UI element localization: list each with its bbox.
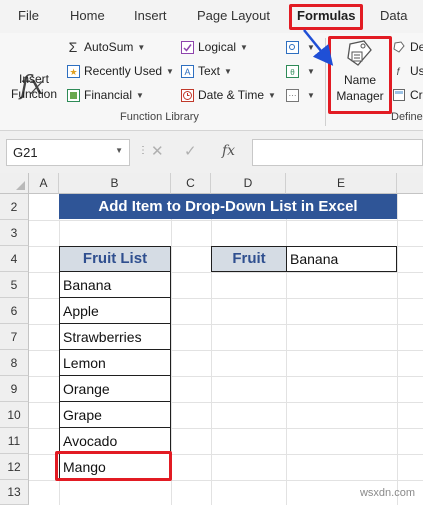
svg-text:★: ★ [69,67,77,77]
logical-book-icon [180,40,194,54]
lookup-icon [285,40,299,54]
financial-book-icon [66,88,80,102]
fruit-list-header[interactable]: Fruit List [59,246,171,272]
column-header-e[interactable]: E [286,173,397,194]
row-header-13[interactable]: 13 [0,480,29,505]
date-time-button[interactable]: Date & Time ▼ [180,86,276,104]
row-header-3[interactable]: 3 [0,220,29,246]
clock-icon [180,88,194,102]
row-header-2[interactable]: 2 [0,194,29,220]
column-header-c[interactable]: C [171,173,211,194]
tab-file[interactable]: File [18,8,39,23]
text-label: Text [198,64,221,78]
use-in-formula-label: Use [410,64,423,78]
fruit-cell-new-item[interactable]: Mango [59,453,171,480]
financial-button[interactable]: Financial ▼ [66,86,144,104]
lookup-reference-button[interactable]: ▼ [285,38,315,56]
define-name-label: Def [410,40,423,54]
more-functions-icon: ··· [285,88,299,102]
column-header-f-partial[interactable] [397,173,423,194]
define-name-icon [392,40,406,54]
name-box-value: G21 [13,145,38,160]
formula-bar: G21 ▼ ⋮ ✕ ✓ fx [0,131,423,176]
create-from-selection-button[interactable]: Cre [392,86,423,104]
text-button[interactable]: A Text ▼ [180,62,232,80]
math-trig-icon: θ [285,64,299,78]
fruit-cell[interactable]: Lemon [59,349,171,376]
fruit-cell[interactable]: Apple [59,297,171,324]
select-all-corner[interactable] [0,173,29,194]
gridline [29,480,423,481]
autosum-label: AutoSum [84,40,134,54]
logical-button[interactable]: Logical ▼ [180,38,248,56]
math-trig-button[interactable]: θ ▼ [285,62,315,80]
ribbon-group-separator [325,38,326,126]
svg-text:θ: θ [290,68,295,77]
row-header-4[interactable]: 4 [0,246,29,272]
fruit-cell[interactable]: Grape [59,401,171,428]
insert-function-button[interactable]: Insert Function [8,72,60,102]
recently-used-button[interactable]: ★ Recently Used ▼ [66,62,174,80]
logical-label: Logical [198,40,237,54]
recently-used-label: Recently Used [84,64,163,78]
tab-formulas[interactable]: Formulas [297,8,356,23]
formula-input[interactable] [252,139,423,166]
sigma-icon: Σ [68,39,78,55]
cancel-icon[interactable]: ✕ [151,142,164,160]
autosum-button[interactable]: Σ AutoSum ▼ [66,38,146,56]
svg-text:···: ··· [288,91,296,100]
row-header-5[interactable]: 5 [0,272,29,298]
tab-data[interactable]: Data [380,8,407,23]
fruit-dropdown-cell[interactable]: Banana [286,246,397,272]
insert-function-fx-button[interactable]: fx [222,143,235,159]
tab-page-layout[interactable]: Page Layout [197,8,270,23]
fruit-cell[interactable]: Orange [59,375,171,402]
enter-icon[interactable]: ✓ [184,142,197,160]
define-name-button[interactable]: Def [392,38,423,56]
use-in-formula-icon: f [392,64,406,78]
fruit-cell[interactable]: Strawberries [59,323,171,350]
row-header-12[interactable]: 12 [0,454,29,480]
tab-insert[interactable]: Insert [134,8,167,23]
fruit-label-cell[interactable]: Fruit [211,246,287,272]
column-header-b[interactable]: B [59,173,171,194]
financial-label: Financial [84,88,133,102]
name-box[interactable]: G21 ▼ [6,139,130,166]
sheet-title[interactable]: Add Item to Drop-Down List in Excel [59,194,397,219]
create-from-selection-icon [392,88,406,102]
row-header-7[interactable]: 7 [0,324,29,350]
ribbon-tab-bar: File Home Insert Page Layout Formulas Da… [0,0,423,33]
name-manager-button[interactable]: Name Manager [330,38,390,114]
text-book-icon: A [180,64,194,78]
fruit-cell[interactable]: Banana [59,271,171,298]
tab-home[interactable]: Home [70,8,105,23]
date-time-label: Date & Time [198,88,265,102]
fruit-cell[interactable]: Avocado [59,427,171,454]
watermark: wsxdn.com [359,487,415,499]
star-icon: ★ [66,64,80,78]
function-library-group-label: Function Library [120,111,199,123]
row-header-6[interactable]: 6 [0,298,29,324]
row-header-8[interactable]: 8 [0,350,29,376]
name-manager-icon [344,38,376,71]
column-header-a[interactable]: A [29,173,59,194]
svg-text:f: f [397,67,401,77]
more-functions-button[interactable]: ··· ▼ [285,86,315,104]
formula-bar-grip-icon: ⋮ [138,145,148,156]
row-header-9[interactable]: 9 [0,376,29,402]
row-header-11[interactable]: 11 [0,428,29,454]
defined-names-group-label: Define [391,111,423,123]
row-header-10[interactable]: 10 [0,402,29,428]
name-manager-label: Name Manager [336,73,384,103]
column-header-d[interactable]: D [211,173,286,194]
svg-text:A: A [184,67,190,77]
gridline [29,220,423,221]
create-from-selection-label: Cre [410,88,423,102]
use-in-formula-button[interactable]: f Use [392,62,423,80]
name-box-dropdown-icon[interactable]: ▼ [115,146,123,155]
